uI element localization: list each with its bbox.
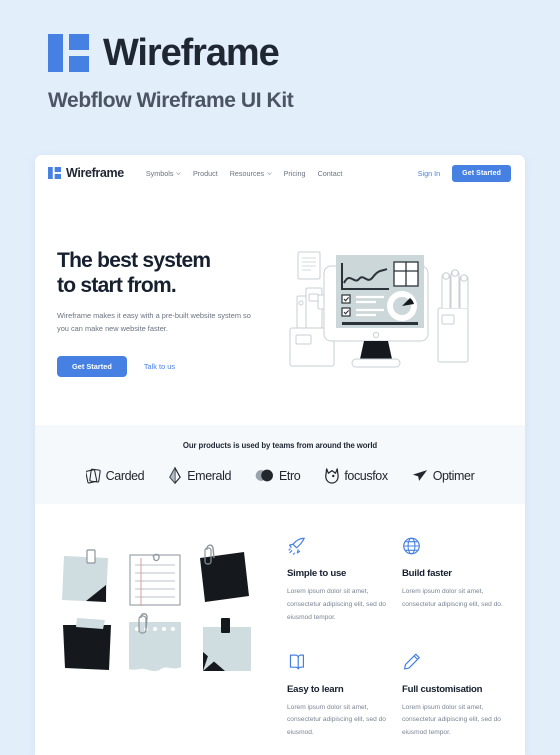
nav-item-label: Contact — [317, 168, 343, 178]
partner-logo-focusfox: focusfox — [324, 467, 388, 484]
two-circles-icon — [255, 469, 273, 482]
partner-logo-label: Carded — [105, 468, 145, 483]
sign-in-link[interactable]: Sign In — [418, 169, 440, 178]
nav-item-label: Product — [192, 168, 218, 178]
partner-logo-emerald: Emerald — [168, 467, 231, 484]
feature-title: Simple to use — [287, 568, 347, 579]
page-subtitle: Webflow Wireframe UI Kit — [48, 89, 294, 112]
nav-item-product[interactable]: Product — [193, 169, 218, 178]
features-grid: Simple to use Lorem ipsum dolor sit amet… — [287, 534, 503, 740]
navbar-links: Symbols Product Resources Pricing Contac… — [146, 169, 342, 178]
feature-title: Easy to learn — [287, 683, 344, 695]
hero-title-line-2: to start from. — [57, 273, 177, 297]
rocket-icon — [288, 537, 305, 556]
wireframe-logo-icon — [48, 167, 61, 179]
navbar-logo[interactable]: Wireframe — [48, 166, 124, 180]
hero-illustration — [265, 243, 503, 381]
fox-head-icon — [325, 468, 340, 484]
website-preview-card: Wireframe Symbols Product Resources Pric… — [35, 155, 525, 755]
hero-title: The best system to start from. — [57, 249, 265, 298]
navbar-logo-text: Wireframe — [66, 166, 124, 180]
sticky-notes-collection-illustration — [62, 544, 251, 672]
globe-icon — [403, 537, 420, 555]
desktop-computer-dashboard-illustration — [289, 251, 469, 368]
partner-logo-label: Etro — [279, 468, 301, 483]
hero-actions: Get Started Talk to us — [57, 356, 265, 378]
chevron-down-icon — [266, 171, 272, 175]
hero-get-started-button[interactable]: Get Started — [57, 356, 127, 378]
partner-logo-label: focusfox — [344, 468, 388, 483]
chevron-down-icon — [176, 171, 181, 175]
feature-text: Lorem ipsum dolor sit amet, consectetur … — [402, 588, 503, 608]
partner-logo-carded: Carded — [85, 468, 145, 484]
social-proof-heading: Our products is used by teams from aroun… — [182, 441, 378, 450]
wireframe-logo-icon — [48, 34, 89, 72]
hero-title-line-1: The best system — [57, 249, 211, 272]
nav-item-pricing[interactable]: Pricing — [284, 169, 306, 178]
partner-logo-label: Optimer — [432, 468, 475, 483]
hero-section: The best system to start from. Wireframe… — [35, 191, 525, 381]
partner-logos: Carded Emerald Etro focusfox Optimer — [35, 467, 525, 484]
feature-text: Lorem ipsum dolor sit amet, consectetur … — [287, 588, 386, 621]
partner-logo-label: Emerald — [187, 468, 231, 483]
partner-logo-optimer: Optimer — [412, 469, 475, 483]
nav-item-symbols[interactable]: Symbols — [146, 169, 181, 178]
nav-item-resources[interactable]: Resources — [230, 169, 272, 178]
hero-talk-to-us-link[interactable]: Talk to us — [144, 362, 175, 371]
paper-plane-icon — [412, 470, 427, 481]
hero-body-text: Wireframe makes it easy with a pre-built… — [57, 311, 251, 334]
site-navbar: Wireframe Symbols Product Resources Pric… — [35, 155, 525, 191]
feature-card-simple-to-use: Simple to use Lorem ipsum dolor sit amet… — [287, 536, 388, 625]
features-illustration — [55, 534, 281, 740]
navbar-get-started-button[interactable]: Get Started — [452, 164, 511, 182]
book-icon — [289, 654, 305, 670]
feature-title: Build faster — [402, 568, 452, 579]
nav-item-label: Resources — [229, 168, 265, 178]
feature-text: Lorem ipsum dolor sit amet, consectetur … — [287, 703, 386, 737]
navbar-actions: Sign In Get Started — [418, 164, 511, 182]
hero-content: The best system to start from. Wireframe… — [57, 243, 265, 381]
feature-card-build-faster: Build faster Lorem ipsum dolor sit amet,… — [402, 536, 503, 625]
pencil-icon — [403, 653, 420, 670]
nav-item-contact[interactable]: Contact — [318, 169, 343, 178]
feature-title: Full customisation — [402, 683, 483, 695]
feature-text: Lorem ipsum dolor sit amet, consectetur … — [402, 703, 501, 737]
nav-item-label: Pricing — [283, 168, 306, 178]
features-section: Simple to use Lorem ipsum dolor sit amet… — [35, 504, 525, 740]
page-header: Wireframe Webflow Wireframe UI Kit — [0, 0, 560, 113]
gem-icon — [169, 467, 182, 484]
feature-card-easy-to-learn: Easy to learn Lorem ipsum dolor sit amet… — [287, 652, 388, 741]
social-proof-strip: Our products is used by teams from aroun… — [35, 425, 525, 504]
page-title: Wireframe — [103, 32, 280, 74]
nav-item-label: Symbols — [145, 168, 174, 178]
brand-lockup: Wireframe — [48, 34, 560, 72]
cards-stack-icon — [85, 468, 101, 483]
partner-logo-etro: Etro — [255, 468, 301, 483]
feature-card-full-customisation: Full customisation Lorem ipsum dolor sit… — [402, 652, 503, 741]
